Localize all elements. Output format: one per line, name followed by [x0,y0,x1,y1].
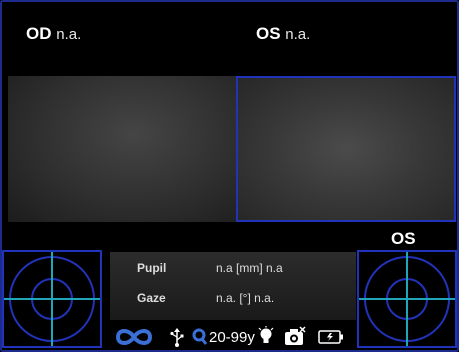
od-value: n.a. [56,26,82,43]
od-label: OD n.a. [26,24,81,45]
pupil-row: Pupil n.a [mm] n.a [110,258,356,278]
od-eye-name: OD [26,24,52,43]
od-gaze-target [2,250,102,348]
os-label: OS n.a. [256,24,310,45]
od-camera-area[interactable] [8,76,238,222]
os-camera-frame[interactable] [236,76,456,222]
measurement-panel: Pupil n.a [mm] n.a Gaze n.a. [°] n.a. [110,252,356,320]
age-range: 20-99y [209,329,255,346]
status-bar: 20-99y [110,324,356,350]
os-eye-name: OS [256,24,281,43]
os-gaze-target [357,250,457,348]
crosshair-icon [359,252,455,346]
search-icon[interactable] [192,328,208,346]
os-side-label: OS [391,229,416,248]
pupil-value: n.a [mm] n.a [216,261,283,275]
pupil-label: Pupil [137,261,167,275]
usb-icon [170,328,184,347]
gaze-label: Gaze [137,291,166,305]
gaze-row: Gaze n.a. [°] n.a. [110,288,356,308]
lightbulb-icon [258,326,274,343]
gaze-value: n.a. [°] n.a. [216,291,275,305]
battery-icon [318,330,343,344]
camera-icon [285,326,306,345]
crosshair-icon [4,252,100,346]
os-value: n.a. [285,26,311,43]
infinity-icon[interactable] [114,326,154,348]
header-bar: OD n.a. OS n.a. [2,2,457,74]
